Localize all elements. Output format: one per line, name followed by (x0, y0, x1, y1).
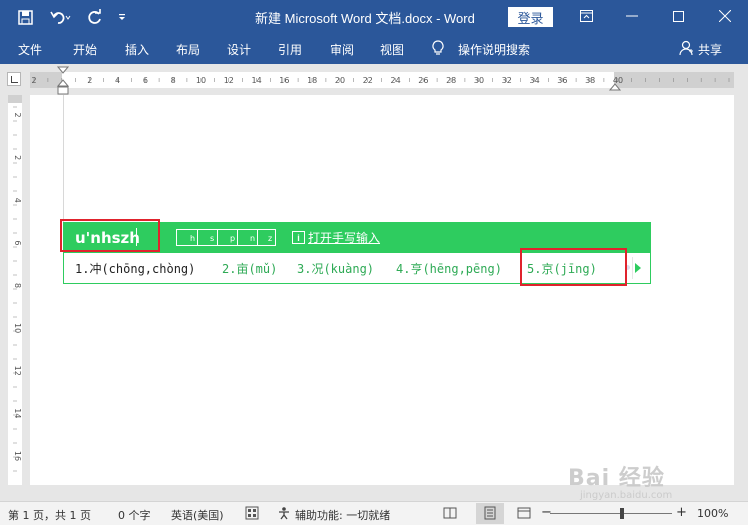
undo-icon[interactable] (46, 6, 76, 28)
margin-guide (63, 95, 64, 225)
title-bar: 新建 Microsoft Word 文档.docx - Word 登录 (0, 0, 748, 34)
highlight-candidate-box (520, 248, 627, 286)
language-indicator[interactable]: 英语(美国) (171, 507, 224, 523)
close-icon[interactable] (702, 0, 748, 32)
candidate-2[interactable]: 2.亩(mǔ) (222, 260, 277, 277)
tab-view[interactable]: 视图 (380, 41, 404, 58)
tab-home[interactable]: 开始 (73, 41, 97, 58)
macro-icon[interactable] (245, 506, 259, 520)
web-layout-icon[interactable] (517, 506, 531, 520)
accessibility-status[interactable]: 辅助功能: 一切就绪 (295, 507, 390, 523)
highlight-input-box (60, 219, 160, 252)
tab-layout[interactable]: 布局 (176, 41, 200, 58)
maximize-icon[interactable] (655, 0, 701, 32)
candidate-3[interactable]: 3.况(kuàng) (297, 260, 374, 277)
indent-marker-icon[interactable] (57, 66, 69, 96)
zoom-level[interactable]: 100% (697, 507, 728, 520)
candidate-4[interactable]: 4.亨(hēng,pēng) (396, 260, 502, 277)
customize-toolbar-icon[interactable] (114, 6, 130, 28)
horizontal-ruler[interactable]: 2246810121416182022242628303234363840 (30, 72, 734, 88)
tell-me-search[interactable]: 操作说明搜索 (458, 41, 530, 58)
info-icon: i (292, 231, 305, 244)
tab-review[interactable]: 审阅 (330, 41, 354, 58)
vertical-ruler[interactable]: 224681012141618 (8, 95, 22, 485)
ruler-label: 10 (13, 323, 22, 333)
minimize-icon[interactable] (609, 0, 655, 32)
accessibility-icon[interactable] (277, 506, 291, 520)
stroke-z[interactable]: z (268, 234, 272, 243)
ruler-label: 6 (13, 240, 22, 245)
handwriting-label: 打开手写输入 (308, 231, 381, 245)
watermark-url: jingyan.baidu.com (580, 490, 673, 501)
tab-insert[interactable]: 插入 (125, 41, 149, 58)
right-indent-marker-icon[interactable] (609, 80, 621, 92)
stroke-filter-box[interactable]: h s p n z (176, 229, 276, 246)
ribbon-tabs: 文件 开始 插入 布局 设计 引用 审阅 视图 操作说明搜索 共享 (0, 34, 748, 64)
stroke-n[interactable]: n (250, 234, 255, 243)
handwriting-button[interactable]: i 打开手写输入 (292, 229, 380, 246)
ruler-area: 2246810121416182022242628303234363840 (0, 64, 748, 96)
vertical-ruler-ticks: 224681012141618 (13, 106, 22, 472)
watermark-brand: Bai 经验 (568, 466, 665, 491)
tab-file[interactable]: 文件 (18, 41, 42, 58)
window-title: 新建 Microsoft Word 文档.docx - Word (255, 11, 475, 26)
share-button[interactable]: 共享 (698, 41, 722, 58)
ruler-label: 2 (13, 112, 22, 117)
zoom-slider-thumb[interactable] (619, 508, 624, 519)
candidate-1[interactable]: 1.冲(chōng,chòng) (75, 260, 195, 277)
ruler-label: 12 (13, 366, 22, 376)
save-icon[interactable] (14, 6, 36, 28)
vertical-scrollbar[interactable] (738, 95, 748, 485)
zoom-in-icon[interactable]: + (676, 505, 687, 520)
next-page-arrow-icon[interactable] (635, 263, 641, 273)
ruler-label: 16 (13, 451, 22, 461)
document-page[interactable] (30, 95, 734, 485)
watermark: Bai 经验 jingyan.baidu.com (568, 460, 672, 501)
ribbon-display-options-icon[interactable] (563, 0, 609, 32)
page-count[interactable]: 第 1 页，共 1 页 (8, 507, 91, 523)
redo-icon[interactable] (84, 6, 106, 28)
stroke-s[interactable]: s (210, 234, 214, 243)
tab-selector-button[interactable] (7, 72, 21, 86)
login-button[interactable]: 登录 (508, 7, 553, 27)
person-icon (679, 40, 693, 58)
status-bar: 第 1 页，共 1 页 0 个字 英语(美国) 辅助功能: 一切就绪 − + 1… (0, 501, 748, 525)
tab-references[interactable]: 引用 (278, 41, 302, 58)
print-layout-icon[interactable] (483, 506, 497, 520)
ruler-label: 14 (13, 408, 22, 418)
lightbulb-icon (432, 40, 444, 59)
zoom-slider[interactable] (550, 513, 672, 514)
word-count[interactable]: 0 个字 (118, 507, 151, 523)
stroke-h[interactable]: h (190, 234, 195, 243)
ruler-label: 8 (13, 283, 22, 288)
read-mode-icon[interactable] (443, 506, 457, 520)
horizontal-ruler-ticks: 2246810121416182022242628303234363840 (31, 76, 730, 85)
tab-design[interactable]: 设计 (227, 41, 251, 58)
ruler-label: 2 (13, 155, 22, 160)
ruler-label: 4 (13, 198, 22, 203)
stroke-p[interactable]: p (230, 234, 235, 243)
